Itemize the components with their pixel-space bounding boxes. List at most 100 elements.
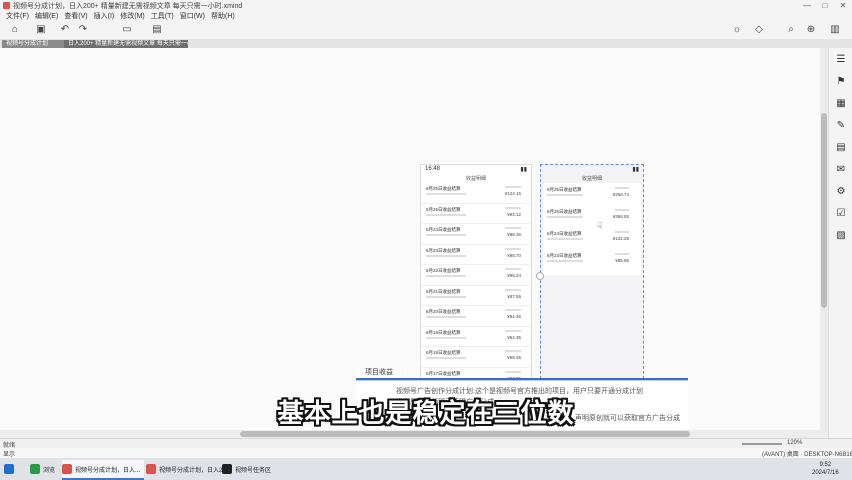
start-button[interactable]: [4, 460, 17, 478]
save-icon[interactable]: ▣: [34, 24, 48, 36]
info-right: (AVANT) 桌面 · DESKTOP-N6B16LA: [762, 452, 852, 458]
earnings-row-amount: ¥64.35: [507, 334, 521, 340]
minimize-button[interactable]: —: [798, 0, 816, 11]
scroll-thumb[interactable]: [240, 431, 690, 437]
menu-modify[interactable]: 修改(M): [120, 11, 145, 21]
close-button[interactable]: ✕: [834, 0, 852, 11]
system-clock[interactable]: 9:52 2024/7/16: [812, 461, 839, 477]
link-icon[interactable]: ▧: [835, 230, 847, 242]
earnings-screenshot-1[interactable]: 16:48 ▮▮ 收益明细 6月25日收益结算 ¥124.15 6月25日收益结算 ¥…: [420, 164, 532, 386]
panel-icon[interactable]: ▥: [828, 24, 842, 36]
menu-tools[interactable]: 工具(T): [151, 11, 174, 21]
earnings-row-title: 6月17日收益结算: [426, 370, 461, 376]
task-xmind-1[interactable]: 视频号分成计划，日入...: [62, 460, 145, 480]
earnings-row-title: 6月19日收益结算: [426, 329, 461, 335]
tab-sheet-1[interactable]: 视频号分成计划: [2, 40, 70, 48]
window-title: 视频号分成计划，日入200+ 精量新建无需视频文章 每天只需一小时.xmind: [13, 2, 243, 10]
horizontal-scrollbar[interactable]: [0, 430, 820, 438]
zoom-icon[interactable]: ⊕: [804, 24, 818, 36]
earnings-row-title: 6月18日收益结算: [426, 350, 461, 355]
earnings-row-title: 6月21日收益结算: [426, 288, 461, 294]
menu-insert[interactable]: 插入(I): [94, 11, 115, 21]
earnings-row-subtext: [547, 238, 583, 240]
earnings-row-title: 6月24日收益结算: [547, 231, 582, 236]
zoom-slider[interactable]: [742, 443, 782, 445]
taskbar: 浏览 视频号分成计划，日入... 视频号分成计划，日入20... 视频号任务区 …: [0, 458, 852, 480]
vertical-scrollbar[interactable]: [820, 48, 828, 438]
signal-icon: ▮▮: [520, 167, 527, 173]
earnings-row-label: [615, 209, 629, 211]
layout-icon[interactable]: ▭: [118, 24, 136, 36]
earnings-row-subtext: [426, 295, 466, 298]
cursor-icon: ☟: [597, 221, 603, 231]
earnings-row-title: 6月20日收益结算: [426, 309, 461, 314]
tasks-icon[interactable]: ☑: [835, 208, 847, 220]
tab-sheet-2[interactable]: 日入200+ 精量新建无需视频文章 每天只需一小时: [64, 40, 188, 48]
node-project-earnings[interactable]: 项目收益: [357, 368, 401, 378]
earnings-row-title: 6月25日收益结算: [426, 186, 461, 191]
earnings-row-subtext: [547, 260, 583, 262]
image-icon[interactable]: ▦: [835, 98, 847, 110]
windows-icon: [4, 464, 14, 474]
redo-icon[interactable]: ↷: [76, 24, 90, 36]
idea-icon[interactable]: ☼: [730, 24, 744, 36]
earnings-row-subtext: [426, 275, 466, 277]
earnings-row: 6月23日收益结算 ¥98.70: [421, 245, 531, 265]
scroll-thumb[interactable]: [821, 113, 827, 308]
earnings-row-amount: ¥368.55: [612, 214, 629, 219]
earnings-list: 6月25日收益结算 ¥258.74 6月25日收益结算 ¥368.55 6月24日收益结…: [543, 183, 641, 275]
earnings-row: 6月19日收益结算 ¥64.35: [421, 327, 531, 347]
phone-status-bar: 16:48 ▮▮: [421, 165, 531, 175]
clock-date: 2024/7/16: [812, 470, 839, 476]
phone-header: 收益明细: [465, 176, 486, 182]
earnings-row-label: [505, 186, 521, 188]
connector-handle[interactable]: [536, 272, 544, 280]
format-panel-icon[interactable]: ⚑: [835, 76, 847, 88]
earnings-row: 6月23日收益结算 ¥85.65: [543, 249, 641, 271]
menu-view[interactable]: 查看(V): [64, 11, 87, 21]
menu-window[interactable]: 窗口(W): [180, 11, 205, 21]
earnings-row-amount: ¥132.25: [612, 236, 629, 241]
marker-icon[interactable]: ✎: [835, 120, 847, 132]
format-icon[interactable]: ▤: [150, 24, 164, 36]
maximize-button[interactable]: □: [816, 0, 834, 11]
earnings-row-subtext: [426, 213, 466, 216]
earnings-row-amount: ¥85.65: [615, 258, 629, 263]
calendar-icon[interactable]: ▤: [835, 142, 847, 154]
menu-file[interactable]: 文件(F): [6, 11, 29, 21]
undo-icon[interactable]: ↶: [58, 24, 72, 36]
earnings-row-amount: ¥68.35: [507, 355, 521, 360]
earnings-row-label: [505, 227, 521, 229]
comment-icon[interactable]: ✉: [835, 164, 847, 176]
menu-edit[interactable]: 编辑(E): [35, 11, 58, 21]
earnings-row: 6月22日收益结算 ¥98.24: [421, 265, 531, 286]
zoom-level[interactable]: 120%: [787, 440, 802, 446]
earnings-row-label: [505, 350, 521, 352]
earnings-row-label: [505, 309, 521, 311]
earnings-row: 6月25日收益结算 ¥258.74: [543, 183, 641, 205]
earnings-row-label: [505, 288, 521, 291]
earnings-row: 6月25日收益结算 ¥124.15: [421, 183, 531, 204]
earnings-row-subtext: [547, 194, 583, 196]
outline-icon[interactable]: ☰: [835, 54, 847, 66]
earnings-row-amount: ¥87.56: [507, 293, 521, 299]
video-editor-icon: [222, 464, 232, 474]
task-browser[interactable]: 浏览: [30, 460, 55, 478]
earnings-row-label: [615, 231, 629, 233]
earnings-row-title: 6月25日收益结算: [547, 209, 582, 214]
menu-help[interactable]: 帮助(H): [211, 11, 235, 21]
video-subtitle: 基本上也是稳定在三位数: [277, 398, 575, 428]
settings-icon[interactable]: ⚙: [835, 186, 847, 198]
earnings-screenshot-2[interactable]: ▮▮ 收益明细 6月25日收益结算 ¥258.74 6月25日收益结算 ¥368.55…: [540, 164, 644, 384]
xmind-icon: [62, 464, 72, 474]
xmind-icon: [146, 464, 156, 474]
shape-icon[interactable]: ◇: [752, 24, 766, 36]
task-xmind-2[interactable]: 视频号分成计划，日入20...: [146, 460, 231, 478]
info-left: 显示: [3, 452, 16, 458]
home-icon[interactable]: ⌂: [8, 24, 22, 36]
earnings-row-label: [505, 206, 521, 209]
search-icon[interactable]: ⌕: [784, 24, 798, 36]
task-video-editor[interactable]: 视频号任务区: [222, 460, 271, 478]
earnings-row-amount: ¥94.12: [507, 211, 521, 217]
earnings-row: 6月20日收益结算 ¥94.36: [421, 306, 531, 327]
